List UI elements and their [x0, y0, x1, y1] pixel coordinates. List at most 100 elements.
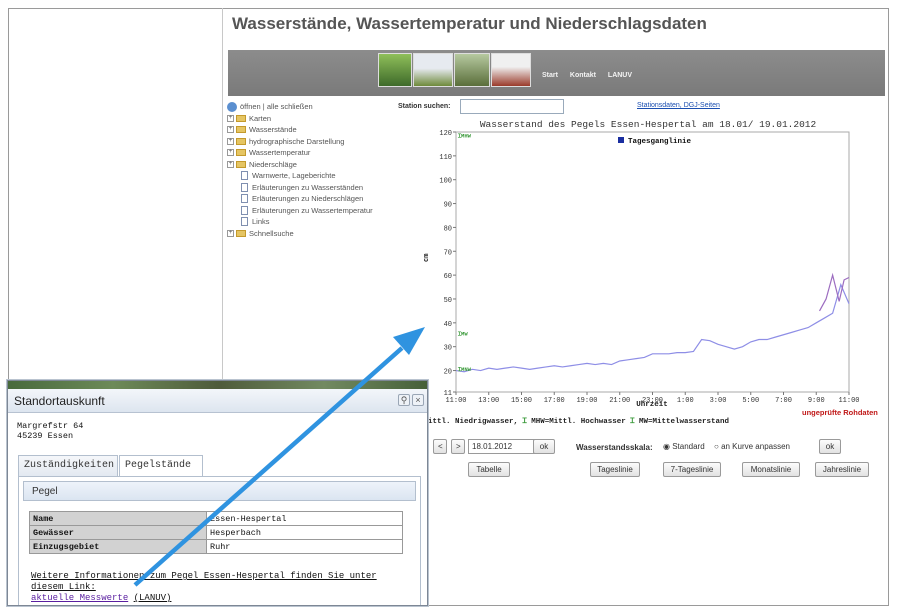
7-tageslinie-button[interactable]: 7-Tageslinie — [663, 462, 721, 477]
scale-label: Wasserstandsskala: — [576, 443, 653, 452]
folder-icon — [236, 229, 246, 237]
folder-icon — [236, 137, 246, 145]
marker-mnw: ꞮMNW — [457, 366, 472, 373]
tree-item-niederschlaege[interactable]: + Niederschläge — [227, 159, 373, 171]
table-row: Name Essen-Hespertal — [29, 511, 403, 526]
x-tick-label: 11:00 — [838, 397, 859, 405]
scale-ok-button[interactable]: ok — [819, 439, 841, 454]
marker-mw: ꞮMW — [457, 330, 468, 337]
nav-links: Start Kontakt LANUV — [542, 72, 642, 79]
water-level-chart: Wasserstand des Pegels Essen-Hespertal a… — [423, 119, 860, 409]
radio-curve[interactable]: ○ an Kurve anpassen — [714, 442, 790, 451]
address: Margrefstr 64 45239 Essen — [17, 421, 83, 441]
y-tick-label: 120 — [439, 130, 452, 138]
y-tick-label: 20 — [444, 369, 452, 377]
banner-image-4 — [491, 53, 531, 87]
x-tick-label: 5:00 — [742, 397, 759, 405]
marker-mhw: ꞮMHW — [457, 132, 472, 139]
tree-doc-erl-wasserstaende[interactable]: Erläuterungen zu Wasserständen — [227, 182, 373, 194]
radio-standard[interactable]: ◉ Standard — [663, 442, 705, 451]
map-background — [8, 381, 427, 389]
y-tick-label: 90 — [444, 202, 452, 210]
tree-item-hydrographisch[interactable]: + hydrographische Darstellung — [227, 136, 373, 148]
chart-title: Wasserstand des Pegels Essen-Hespertal a… — [480, 119, 817, 130]
y-tick-label: 40 — [444, 321, 452, 329]
legend-label: Tagesganglinie — [628, 138, 692, 146]
tree-item-karten[interactable]: + Karten — [227, 113, 373, 125]
x-tick-label: 19:00 — [576, 397, 597, 405]
x-tick-label: 1:00 — [677, 397, 694, 405]
plot-area — [455, 131, 850, 393]
tree-doc-erl-niederschlaege[interactable]: Erläuterungen zu Niederschlägen — [227, 193, 373, 205]
folder-icon — [236, 126, 246, 134]
tree-header: öffnen | alle schließen — [227, 101, 373, 113]
next-day-button[interactable]: > — [451, 439, 465, 454]
banner-image-2 — [413, 53, 453, 87]
x-tick-label: 11:00 — [445, 397, 466, 405]
tree-toggle-all[interactable]: öffnen | alle schließen — [240, 101, 313, 113]
popup-title: Standortauskunft — [14, 394, 105, 408]
folder-icon — [236, 149, 246, 157]
x-tick-label: 9:00 — [808, 397, 825, 405]
folder-icon — [236, 114, 246, 122]
y-tick-label: 30 — [444, 345, 452, 353]
tab-pegelstaende[interactable]: Pegelstände — [119, 455, 203, 477]
document-icon — [241, 194, 248, 204]
banner-image-3 — [454, 53, 490, 87]
folder-icon — [236, 160, 246, 168]
tree-doc-erl-wassertemperatur[interactable]: Erläuterungen zu Wassertemperatur — [227, 205, 373, 217]
measurement-link[interactable]: aktuelle Messwerte — [31, 593, 128, 603]
tree-doc-warnwerte[interactable]: Warnwerte, Lageberichte — [227, 170, 373, 182]
document-icon — [241, 217, 248, 227]
tab-zustaendigkeiten[interactable]: Zuständigkeiten — [18, 455, 118, 476]
gauge-info-table: Name Essen-Hespertal Gewässer Hesperbach E… — [29, 511, 403, 554]
address-city: 45239 Essen — [17, 431, 74, 441]
tree-item-schnellsuche[interactable]: + Schnellsuche — [227, 228, 373, 240]
close-icon[interactable]: × — [412, 394, 424, 406]
tree-item-wasserstaende[interactable]: + Wasserstände — [227, 124, 373, 136]
address-street: Margrefstr 64 — [17, 421, 84, 431]
expand-icon[interactable]: + — [227, 126, 234, 134]
expand-icon[interactable]: + — [227, 137, 234, 145]
tree-item-wassertemperatur[interactable]: + Wassertemperatur — [227, 147, 373, 159]
more-info-text: Weitere Informationen zum Pegel Essen-He… — [31, 571, 377, 603]
expand-icon[interactable]: + — [227, 160, 234, 168]
y-tick-label: 100 — [439, 178, 452, 186]
expand-icon[interactable]: + — [227, 229, 234, 237]
station-data-link[interactable]: Stationsdaten, DGJ-Seiten — [637, 102, 720, 109]
y-tick-label: 60 — [444, 273, 452, 281]
x-axis-label: Uhrzeit — [636, 401, 668, 409]
table-row: Einzugsgebiet Ruhr — [29, 539, 403, 554]
tabelle-button[interactable]: Tabelle — [468, 462, 510, 477]
document-icon — [241, 182, 248, 192]
divider — [222, 8, 223, 380]
nav-start[interactable]: Start — [542, 72, 558, 79]
x-tick-label: 17:00 — [544, 397, 565, 405]
y-tick-label: 50 — [444, 297, 452, 305]
y-axis-label: cm — [423, 254, 431, 262]
date-ok-button[interactable]: ok — [533, 439, 555, 454]
jahreslinie-button[interactable]: Jahreslinie — [815, 462, 869, 477]
raw-data-notice: ungeprüfte Rohdaten — [802, 408, 878, 417]
y-tick-label: 110 — [439, 154, 452, 162]
table-row: Gewässer Hesperbach — [29, 525, 403, 540]
pin-icon[interactable]: ⚲ — [398, 394, 410, 406]
tageslinie-button[interactable]: Tageslinie — [590, 462, 640, 477]
expand-icon[interactable]: + — [227, 114, 234, 122]
prev-day-button[interactable]: < — [433, 439, 447, 454]
section-header: Pegel — [23, 481, 416, 501]
expand-icon[interactable]: + — [227, 149, 234, 157]
y-tick-label: 80 — [444, 225, 452, 233]
station-search-input[interactable] — [460, 99, 564, 114]
marker-legend: ittl. Niedrigwasser, Ɪ MHW=Mittl. Hochwa… — [428, 418, 729, 426]
y-tick-label: 70 — [444, 249, 452, 257]
nav-kontakt[interactable]: Kontakt — [570, 72, 596, 79]
nav-lanuv[interactable]: LANUV — [608, 72, 632, 79]
monatslinie-button[interactable]: Monatslinie — [742, 462, 800, 477]
document-icon — [241, 171, 248, 181]
popup-header: Standortauskunft ⚲ × — [8, 389, 427, 413]
tree-doc-links[interactable]: Links — [227, 216, 373, 228]
x-tick-label: 3:00 — [710, 397, 727, 405]
x-tick-label: 21:00 — [609, 397, 630, 405]
banner-image-1 — [378, 53, 412, 87]
